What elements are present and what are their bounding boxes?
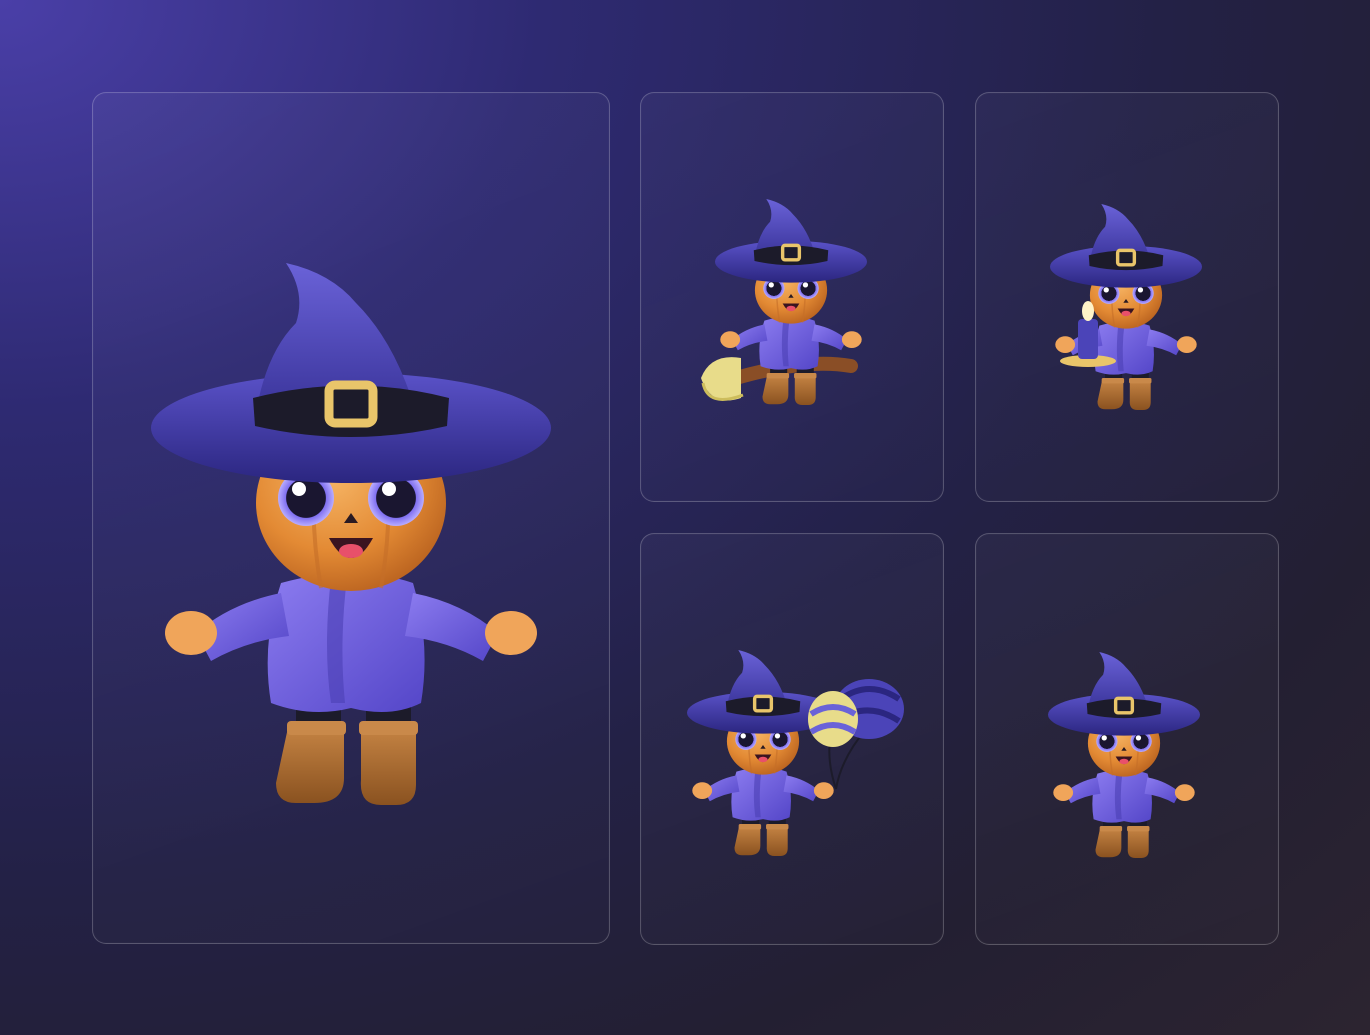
character-card-jumping[interactable] <box>92 92 610 944</box>
pumpkin-witch-jumping-icon <box>93 93 609 943</box>
character-card-broom[interactable] <box>640 92 944 502</box>
pumpkin-witch-balloons-icon <box>685 648 904 858</box>
pumpkin-witch-waving-icon <box>1046 650 1202 860</box>
character-card-waving[interactable] <box>975 533 1279 945</box>
character-card-candle[interactable] <box>975 92 1279 502</box>
character-card-balloons[interactable] <box>640 533 944 945</box>
pumpkin-witch-candle-icon <box>1048 202 1204 412</box>
balloons-icon <box>808 679 904 790</box>
pumpkin-witch-broom-icon <box>701 197 869 407</box>
